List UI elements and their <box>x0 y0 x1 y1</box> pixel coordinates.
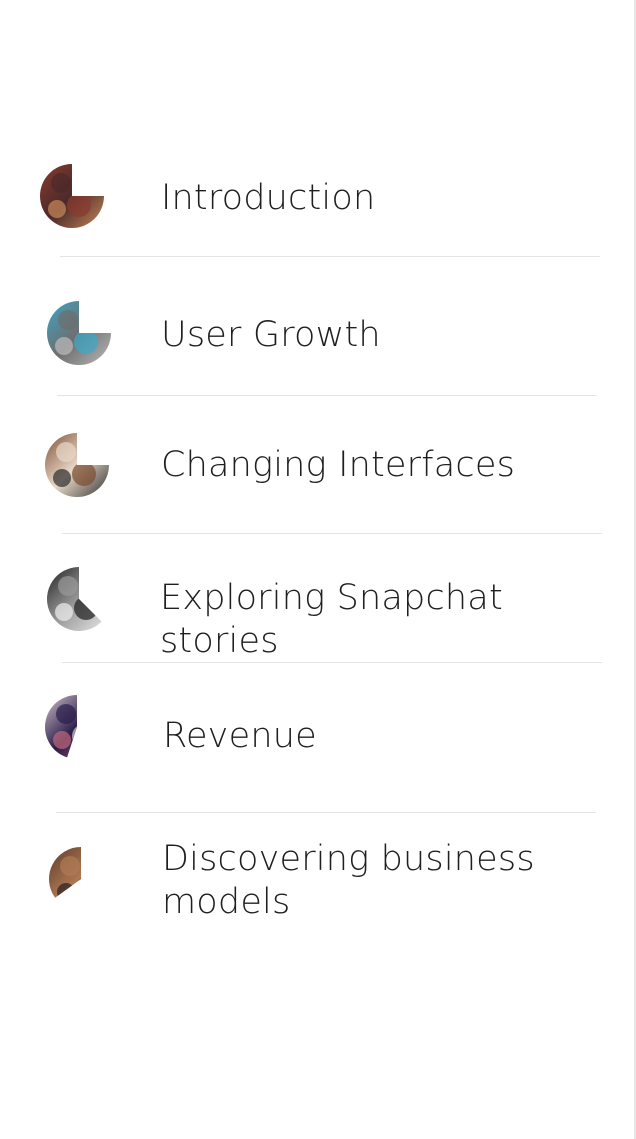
thumbnail-photo-sector <box>40 164 104 228</box>
thumbnail-photo-sector <box>47 567 102 631</box>
chapter-title: Introduction <box>161 178 376 218</box>
chapter-item-user-growth[interactable]: User Growth <box>0 296 632 376</box>
thumbnail-photo-sector <box>45 695 77 758</box>
chapter-divider <box>56 812 596 813</box>
pie-progress-icon <box>40 164 104 228</box>
chapter-divider <box>62 533 602 534</box>
chapter-item-changing-interfaces[interactable]: Changing Interfaces <box>0 428 632 508</box>
chapter-item-revenue[interactable]: Revenue <box>0 692 632 772</box>
chapter-list-screen: Introduction User Growth Changing Interf… <box>0 0 636 1139</box>
chapter-title: User Growth <box>161 315 381 355</box>
chapter-thumbnail-discovering-business-models <box>48 846 114 912</box>
chapter-thumbnail-changing-interfaces <box>44 432 110 498</box>
pie-progress-icon <box>45 433 109 497</box>
pie-progress-icon <box>48 847 81 898</box>
chapter-title: Revenue <box>163 716 317 756</box>
chapter-title: Changing Interfaces <box>161 445 516 485</box>
thumbnail-photo-sector <box>48 847 81 898</box>
chapter-thumbnail-introduction <box>39 163 105 229</box>
chapter-title: Exploring Snapchat stories <box>160 578 503 661</box>
pie-progress-icon <box>47 301 111 365</box>
chapter-thumbnail-exploring-snapchat-stories <box>46 566 112 632</box>
pie-progress-icon <box>47 567 102 631</box>
chapter-divider <box>62 662 602 663</box>
chapter-divider <box>57 395 597 396</box>
chapter-divider <box>60 256 600 257</box>
thumbnail-photo-sector <box>45 433 109 497</box>
chapter-thumbnail-user-growth <box>46 300 112 366</box>
chapter-thumbnail-revenue <box>44 694 110 760</box>
chapter-item-exploring-snapchat-stories[interactable]: Exploring Snapchat stories <box>0 562 632 661</box>
chapter-item-discovering-business-models[interactable]: Discovering business models <box>0 838 632 938</box>
pie-progress-icon <box>45 695 77 758</box>
chapter-item-introduction[interactable]: Introduction <box>0 160 632 240</box>
thumbnail-photo-sector <box>47 301 111 365</box>
chapter-title: Discovering business models <box>162 839 535 922</box>
